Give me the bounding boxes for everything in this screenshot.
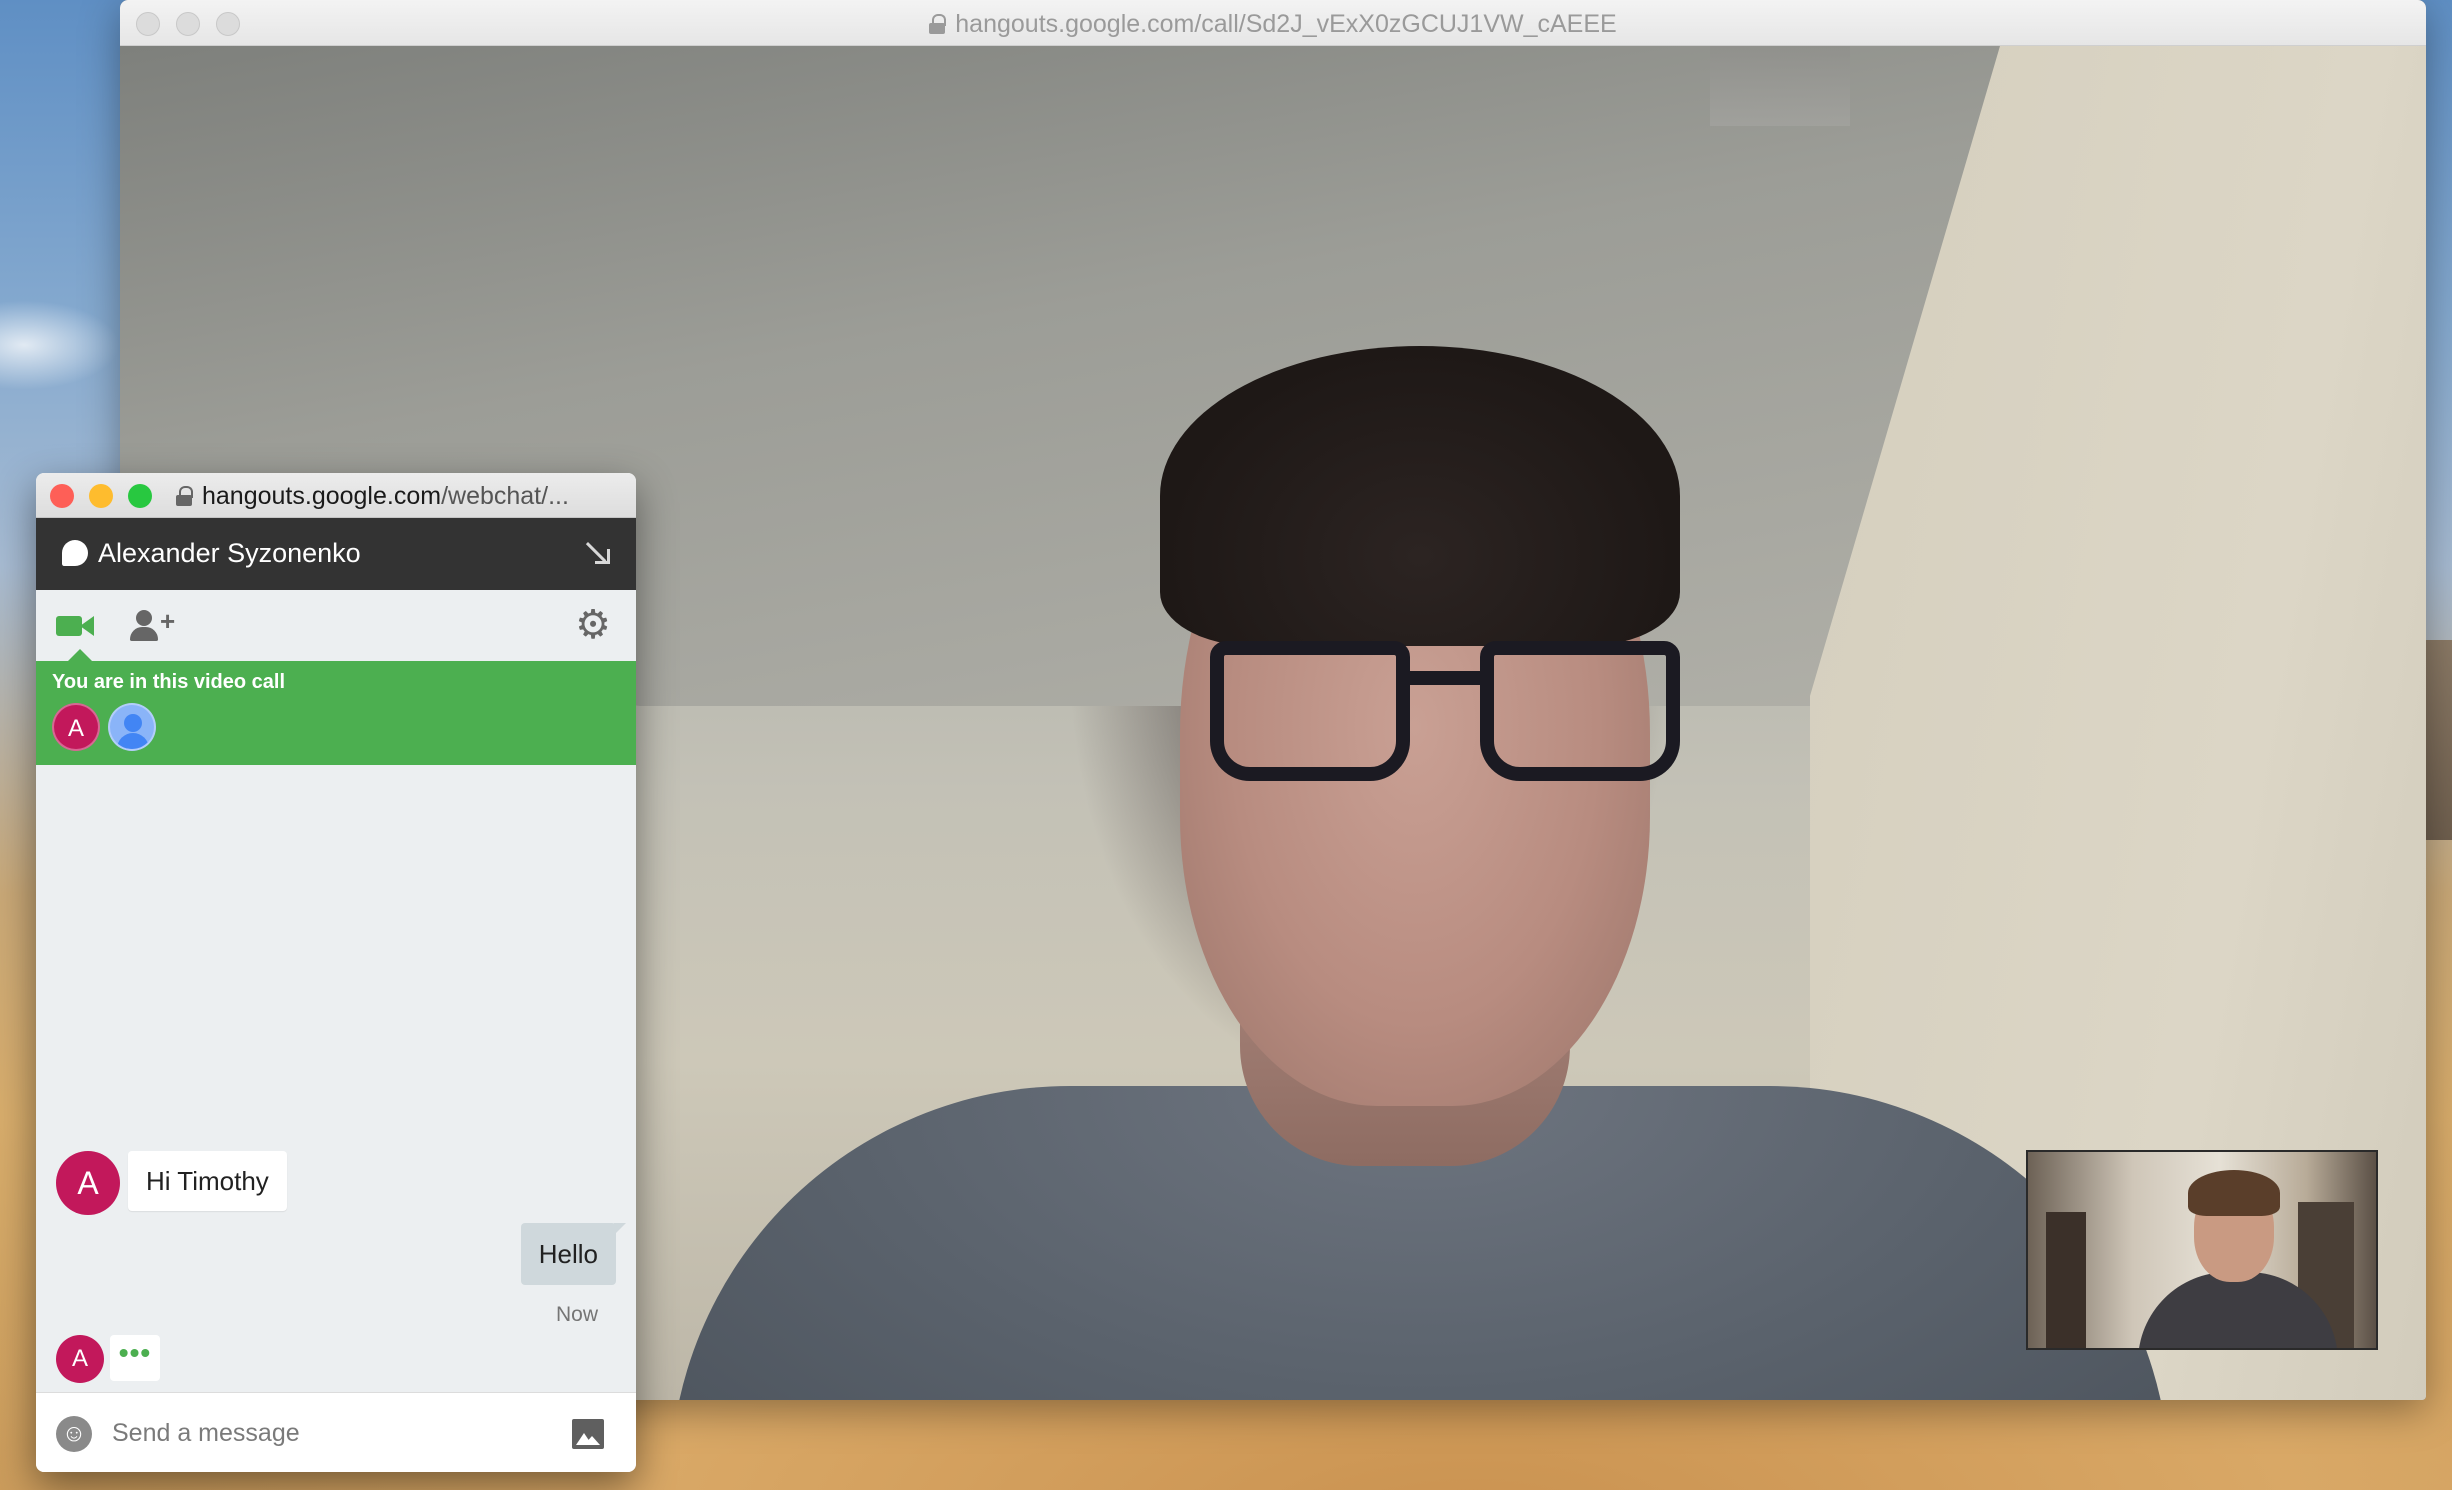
chat-url-path: /webchat/... [441,482,569,510]
desktop-cloud [0,300,120,390]
emoji-icon[interactable]: ☺ [56,1416,92,1452]
chat-zoom-button[interactable] [128,484,152,508]
chat-minimize-button[interactable] [89,484,113,508]
self-view-hair [2188,1170,2280,1216]
glasses-right-lens [1480,641,1680,781]
chat-window: hangouts.google.com/webchat/... Alexande… [36,473,636,1472]
gear-icon[interactable]: ⚙ [574,605,612,645]
conversation-title[interactable]: Alexander Syzonenko [98,538,361,569]
message-timestamp: Now [555,1303,598,1326]
typing-indicator: ••• [110,1335,160,1381]
video-call-titlebar[interactable]: hangouts.google.com/call/Sd2J_vExX0zGCUJ… [120,0,2426,46]
lock-icon [176,486,193,506]
chat-titlebar[interactable]: hangouts.google.com/webchat/... [36,473,636,518]
video-call-banner: You are in this video call A [36,649,636,765]
glasses-left-lens [1210,641,1410,781]
participant-avatar-generic[interactable] [108,703,156,751]
participant-avatar[interactable]: A [52,703,100,751]
self-view-video[interactable] [2026,1150,2378,1350]
chat-url-domain: hangouts.google.com [202,482,442,510]
image-icon[interactable] [572,1419,604,1449]
typing-avatar: A [56,1335,104,1383]
glasses-bridge [1406,671,1486,685]
address-bar[interactable]: hangouts.google.com/call/Sd2J_vExX0zGCUJ… [120,10,2426,39]
remote-participant-glasses [1210,641,1690,791]
incoming-message: Hi Timothy [128,1151,287,1211]
minimize-chat-icon[interactable] [588,542,612,566]
add-person-icon[interactable]: + [130,608,175,642]
self-view-door [2046,1212,2086,1348]
sender-avatar: A [56,1151,120,1215]
hangouts-logo-icon [62,540,88,566]
remote-video-vent [1710,46,1850,126]
call-banner-text: You are in this video call [52,671,286,693]
lock-icon [929,14,947,34]
message-list[interactable]: A Hi Timothy Hello Now A ••• [36,765,636,1383]
chat-close-button[interactable] [50,484,74,508]
chat-header: Alexander Syzonenko [36,518,636,590]
chat-window-controls [50,484,152,508]
video-camera-icon[interactable] [56,614,96,638]
outgoing-message: Hello [520,1223,627,1285]
call-participants: A [52,703,156,751]
message-input[interactable] [112,1409,532,1457]
message-composer: ☺ [36,1392,636,1472]
chat-address-bar[interactable]: hangouts.google.com/webchat/... [176,482,569,511]
remote-participant-hair [1160,346,1680,646]
address-text: hangouts.google.com/call/Sd2J_vExX0zGCUJ… [955,10,1617,38]
chat-toolbar: + ⚙ [36,590,636,661]
